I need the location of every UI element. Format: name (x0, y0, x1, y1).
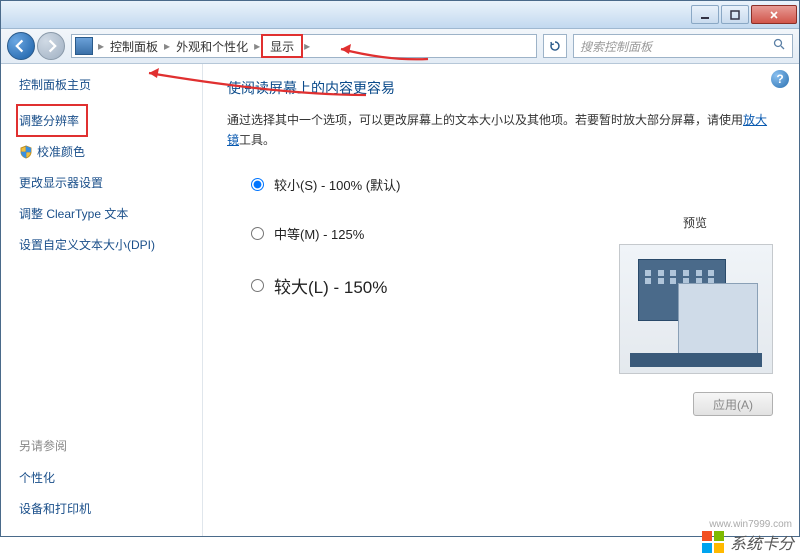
titlebar (1, 1, 799, 29)
sidebar: 控制面板主页 调整分辨率 校准颜色 更改显示器设置 调整 ClearType 文… (1, 64, 203, 536)
option-small[interactable]: 较小(S) - 100% (默认) (251, 175, 775, 194)
see-also-heading: 另请参阅 (19, 437, 202, 454)
crumb-appearance[interactable]: 外观和个性化 (172, 35, 252, 57)
see-also-devices-printers[interactable]: 设备和打印机 (19, 493, 202, 524)
shield-icon (19, 145, 33, 159)
watermark: 系统卡分 (702, 530, 794, 554)
page-title: 使阅读屏幕上的内容更容易 (227, 78, 775, 98)
chevron-right-icon: ▸ (96, 35, 106, 57)
search-icon (773, 38, 786, 54)
crumb-display[interactable]: 显示 (262, 35, 302, 57)
sidebar-item-calibrate-color[interactable]: 校准颜色 (19, 136, 202, 167)
chevron-right-icon: ▸ (252, 35, 262, 57)
help-icon[interactable]: ? (771, 70, 789, 88)
forward-button[interactable] (37, 32, 65, 60)
radio-small[interactable] (251, 178, 264, 191)
sidebar-item-custom-dpi[interactable]: 设置自定义文本大小(DPI) (19, 229, 202, 260)
preview-label: 预览 (683, 214, 707, 231)
close-button[interactable] (751, 5, 797, 24)
windows-logo-icon (702, 531, 724, 553)
refresh-button[interactable] (543, 34, 567, 58)
crumb-control-panel[interactable]: 控制面板 (106, 35, 162, 57)
sidebar-item-resolution[interactable]: 调整分辨率 (17, 105, 87, 136)
main-panel: ? 使阅读屏幕上的内容更容易 通过选择其中一个选项，可以更改屏幕上的文本大小以及… (203, 64, 799, 536)
page-description: 通过选择其中一个选项，可以更改屏幕上的文本大小以及其他项。若要暂时放大部分屏幕，… (227, 110, 775, 151)
maximize-button[interactable] (721, 5, 749, 24)
see-also-personalization[interactable]: 个性化 (19, 462, 202, 493)
sidebar-item-display-settings[interactable]: 更改显示器设置 (19, 167, 202, 198)
search-input[interactable]: 搜索控制面板 (573, 34, 793, 58)
chevron-right-icon: ▸ (162, 35, 172, 57)
navigation-bar: ▸ 控制面板 ▸ 外观和个性化 ▸ 显示 ▸ 搜索控制面板 (1, 29, 799, 64)
apply-button[interactable]: 应用(A) (693, 392, 773, 416)
radio-large[interactable] (251, 279, 264, 292)
minimize-button[interactable] (691, 5, 719, 24)
watermark-url: www.win7999.com (709, 519, 792, 530)
radio-medium[interactable] (251, 227, 264, 240)
breadcrumb-bar[interactable]: ▸ 控制面板 ▸ 外观和个性化 ▸ 显示 ▸ (71, 34, 537, 58)
content-area: 控制面板主页 调整分辨率 校准颜色 更改显示器设置 调整 ClearType 文… (1, 64, 799, 536)
chevron-right-icon: ▸ (302, 35, 312, 57)
preview-thumbnail (619, 244, 773, 374)
back-button[interactable] (7, 32, 35, 60)
control-panel-home-link[interactable]: 控制面板主页 (19, 76, 202, 93)
sidebar-item-cleartype[interactable]: 调整 ClearType 文本 (19, 198, 202, 229)
control-panel-window: ▸ 控制面板 ▸ 外观和个性化 ▸ 显示 ▸ 搜索控制面板 控制面板主页 调整分… (0, 0, 800, 537)
search-placeholder: 搜索控制面板 (580, 38, 652, 55)
control-panel-icon (75, 37, 93, 55)
